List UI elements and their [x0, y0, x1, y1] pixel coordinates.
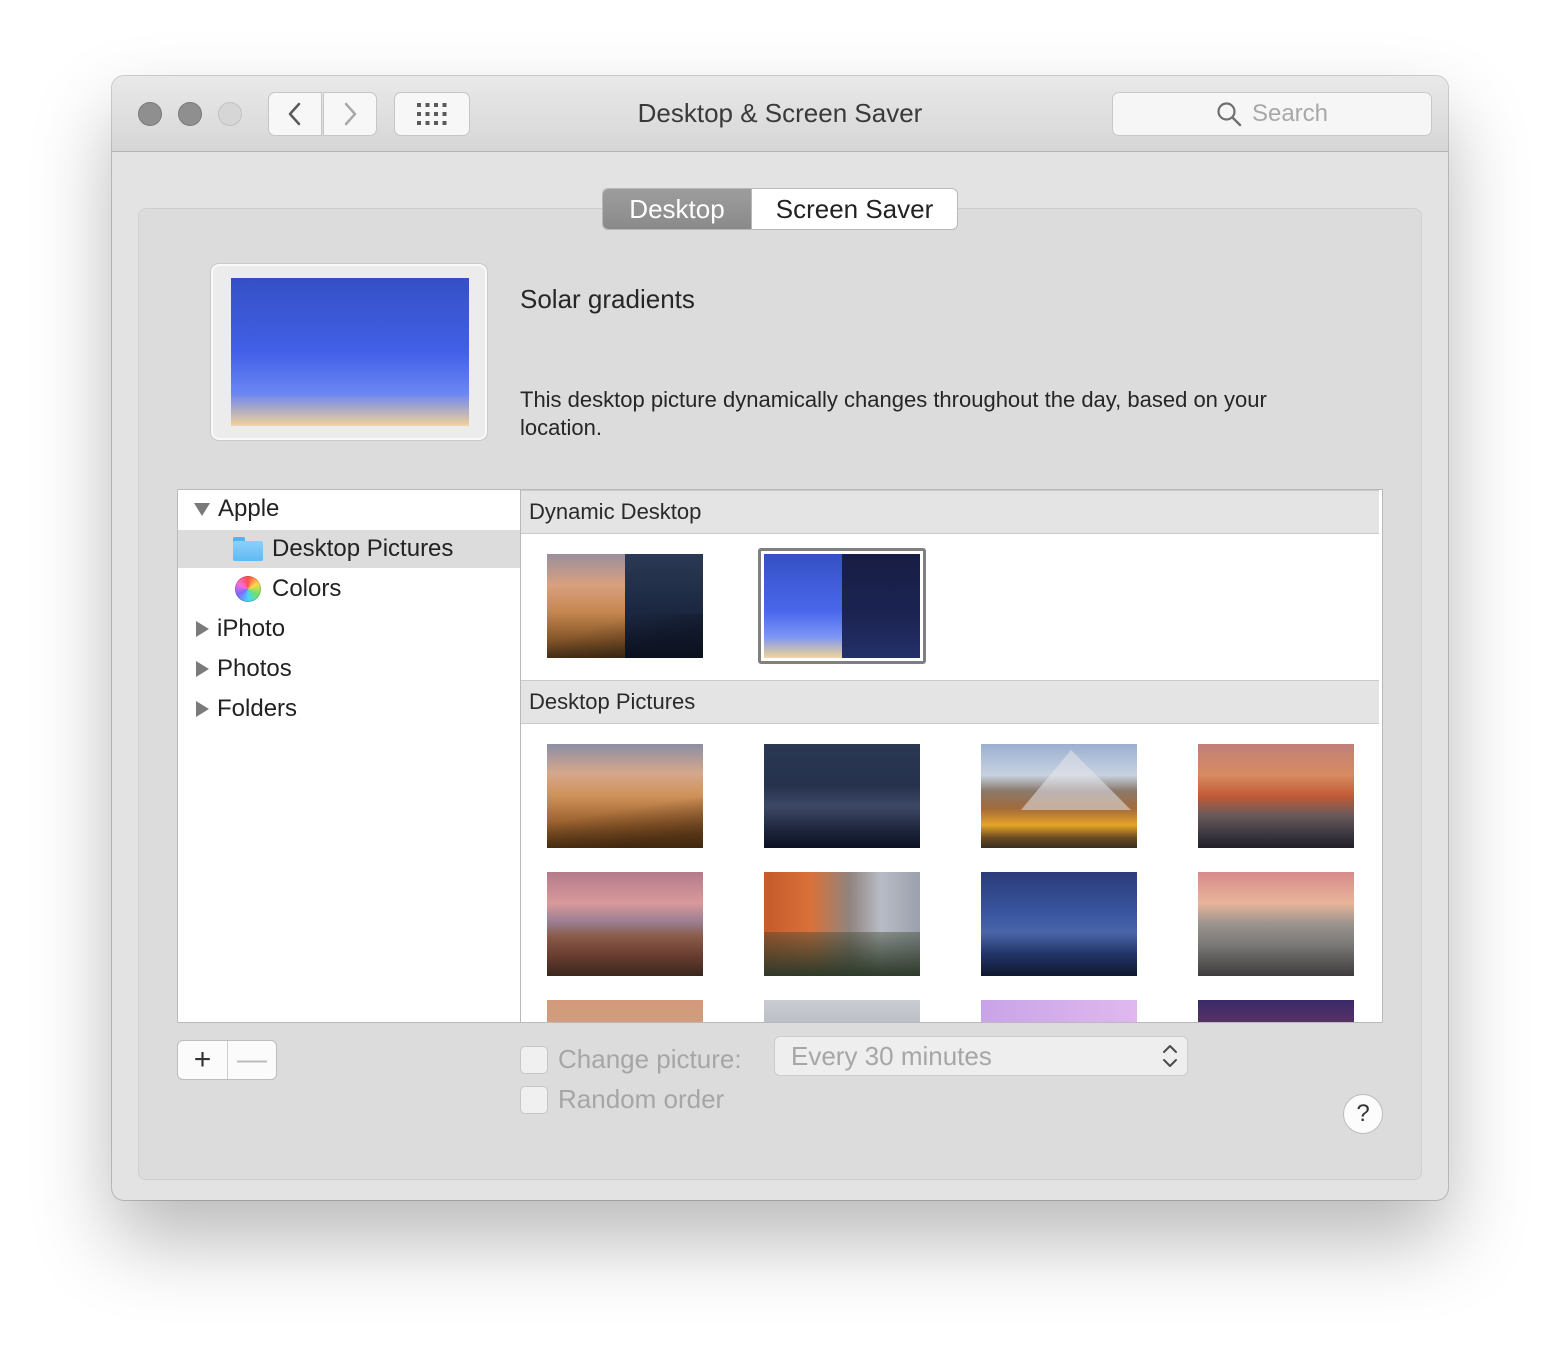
preferences-window: Desktop & Screen Saver Search Desktop Sc… [112, 76, 1448, 1200]
section-header-desktop-pictures: Desktop Pictures [521, 680, 1379, 724]
sidebar-item-colors[interactable]: Colors [178, 570, 520, 608]
sidebar-item-label: iPhoto [217, 615, 286, 642]
thumbnail-high-sierra[interactable] [981, 744, 1137, 848]
change-picture-label: Change picture: [558, 1044, 742, 1074]
sidebar-item-label: Folders [217, 695, 298, 722]
thumbnail-solar-gradients[interactable] [764, 554, 920, 658]
search-field[interactable]: Search [1112, 92, 1432, 136]
tab-bar: Desktop Screen Saver [602, 188, 958, 230]
search-placeholder: Search [1251, 100, 1329, 127]
thumbnail-sierra-2[interactable] [547, 872, 703, 976]
random-order-checkbox[interactable] [520, 1085, 548, 1114]
sidebar-item-folders[interactable]: Folders [178, 690, 520, 728]
thumbnail-el-capitan[interactable] [764, 872, 920, 976]
disclosure-expanded-icon[interactable] [194, 502, 210, 516]
disclosure-collapsed-icon[interactable] [196, 701, 209, 717]
remove-folder-button[interactable]: — [226, 1041, 276, 1079]
thumbnail-mojave-night[interactable] [764, 744, 920, 848]
random-order-option: Random order [520, 1084, 724, 1115]
change-interval-popup[interactable]: Every 30 minutes [774, 1036, 1188, 1076]
change-picture-option: Change picture: [520, 1044, 742, 1075]
thumbnail-el-capitan-2[interactable] [764, 1000, 920, 1022]
sidebar-item-label: Desktop Pictures [272, 535, 454, 562]
tab-screen-saver[interactable]: Screen Saver [751, 189, 957, 229]
sidebar-item-iphoto[interactable]: iPhoto [178, 610, 520, 648]
tab-desktop[interactable]: Desktop [603, 189, 751, 229]
disclosure-collapsed-icon[interactable] [196, 661, 209, 677]
thumbnail-sunset-streaks[interactable] [1198, 1000, 1354, 1022]
interval-value: Every 30 minutes [791, 1040, 992, 1071]
current-picture-preview [211, 264, 487, 440]
solar-gradients-preview-image [231, 278, 469, 426]
picture-name: Solar gradients [520, 284, 695, 314]
title-bar: Desktop & Screen Saver Search [112, 76, 1448, 152]
sidebar-item-photos[interactable]: Photos [178, 650, 520, 688]
sidebar-item-label: Apple [218, 495, 280, 522]
color-wheel-icon [235, 576, 261, 602]
add-folder-button[interactable]: + [178, 1041, 227, 1079]
thumbnail-yosemite[interactable] [1198, 872, 1354, 976]
random-order-label: Random order [558, 1084, 725, 1114]
search-icon [1217, 102, 1242, 127]
sidebar-item-desktop-pictures[interactable]: Desktop Pictures [178, 530, 520, 568]
help-button[interactable]: ? [1343, 1094, 1383, 1134]
thumbnail-mojave-dynamic[interactable] [547, 554, 703, 658]
disclosure-collapsed-icon[interactable] [196, 621, 209, 637]
source-list: Apple Desktop Pictures Colors iPhoto Pho… [177, 489, 521, 1023]
sidebar-item-apple[interactable]: Apple [178, 490, 520, 528]
thumbnail-mojave-day[interactable] [547, 744, 703, 848]
picture-grid: Dynamic Desktop Desktop Pictures [521, 489, 1383, 1023]
add-remove-control: + — [177, 1040, 277, 1080]
picture-description: This desktop picture dynamically changes… [520, 387, 1267, 440]
section-header-dynamic-desktop: Dynamic Desktop [521, 490, 1379, 534]
sidebar-item-label: Photos [217, 655, 292, 682]
thumbnail-yosemite-night[interactable] [981, 872, 1137, 976]
thumbnail-sierra[interactable] [1198, 744, 1354, 848]
folder-icon [233, 537, 263, 561]
popup-arrows-icon [1163, 1045, 1177, 1067]
change-picture-checkbox[interactable] [520, 1045, 548, 1074]
thumbnail-yosemite-2[interactable] [547, 1000, 703, 1022]
thumbnail-purple-gradient[interactable] [981, 1000, 1137, 1022]
sidebar-item-label: Colors [272, 575, 342, 602]
